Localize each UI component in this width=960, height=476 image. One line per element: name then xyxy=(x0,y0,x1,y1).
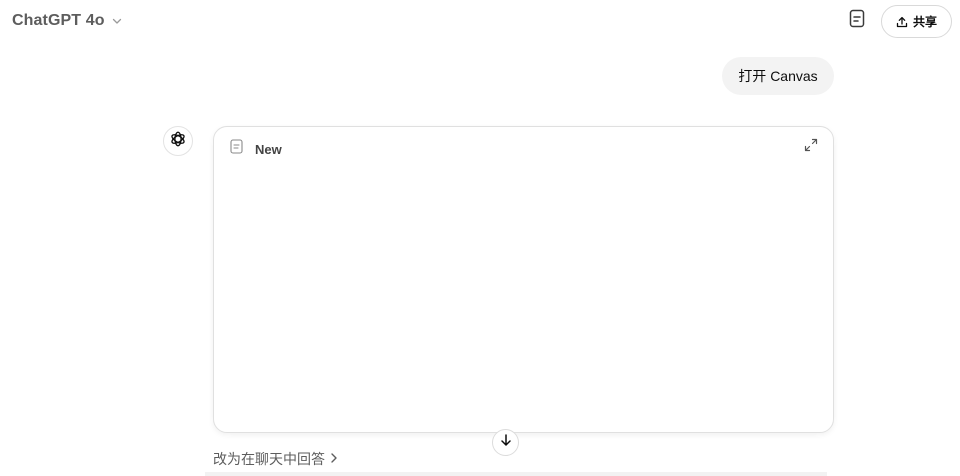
share-upload-icon xyxy=(896,16,908,28)
share-label: 共享 xyxy=(912,15,937,29)
model-selector[interactable]: ChatGPT 4o xyxy=(12,12,123,30)
model-name: ChatGPT 4o xyxy=(12,12,105,29)
document-icon xyxy=(230,139,243,159)
open-canvas-document-button[interactable] xyxy=(846,9,868,33)
scroll-to-bottom-button[interactable] xyxy=(492,429,519,456)
composer-edge xyxy=(205,472,827,476)
chat-page: ChatGPT 4o 共享 打开 Canvas New 改为在聊天中回答 xyxy=(0,0,960,476)
expand-icon xyxy=(804,138,818,157)
share-button[interactable]: 共享 xyxy=(881,5,952,38)
expand-canvas-button[interactable] xyxy=(803,138,819,157)
reply-in-chat-label: 改为在聊天中回答 xyxy=(213,451,325,467)
user-message-bubble: 打开 Canvas xyxy=(722,57,834,95)
document-icon xyxy=(849,9,865,33)
user-message-text: 打开 Canvas xyxy=(738,68,818,84)
canvas-card[interactable]: New xyxy=(213,126,834,433)
assistant-avatar xyxy=(163,126,193,156)
canvas-card-header: New xyxy=(230,139,282,159)
chevron-down-icon xyxy=(111,15,123,27)
canvas-title: New xyxy=(255,141,282,157)
reply-in-chat-link[interactable]: 改为在聊天中回答 xyxy=(213,449,339,469)
chevron-right-icon xyxy=(329,451,339,467)
arrow-down-icon xyxy=(499,433,513,452)
openai-logo-icon xyxy=(169,130,187,153)
